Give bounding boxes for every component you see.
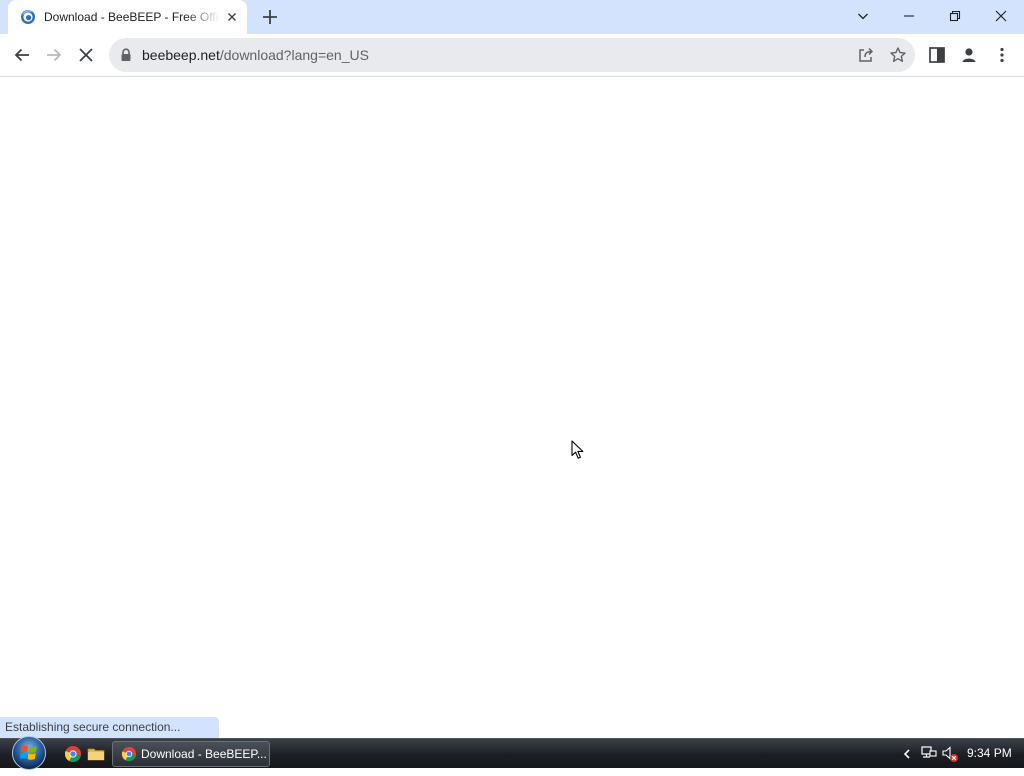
share-icon[interactable] [857, 46, 875, 64]
browser-tab-active[interactable]: Download - BeeBEEP - Free Office Messeng… [8, 0, 247, 34]
restore-icon [949, 10, 961, 22]
start-button[interactable] [9, 735, 49, 771]
restore-button[interactable] [932, 0, 978, 32]
tab-title: Download - BeeBEEP - Free Office Messeng… [44, 10, 220, 24]
back-button[interactable] [6, 39, 38, 71]
tab-close-icon[interactable] [224, 9, 240, 25]
new-tab-plus-icon[interactable] [259, 6, 281, 28]
show-hidden-icons-chevron-icon[interactable] [902, 747, 912, 765]
browser-toolbar: beebeep.net/download?lang=en_US [0, 34, 1024, 77]
profile-avatar-icon[interactable] [959, 45, 979, 65]
bookmark-star-icon[interactable] [889, 46, 907, 64]
windows-logo-icon [12, 736, 46, 770]
chrome-quicklaunch-icon[interactable] [64, 745, 82, 763]
url-text[interactable]: beebeep.net/download?lang=en_US [142, 46, 369, 64]
mouse-pointer-icon [571, 440, 585, 465]
side-panel-icon[interactable] [927, 45, 947, 65]
page-viewport[interactable] [0, 77, 1024, 738]
kebab-menu-icon[interactable] [992, 45, 1012, 65]
close-icon [995, 10, 1007, 22]
network-icon[interactable] [920, 745, 938, 766]
arrow-left-icon [14, 48, 29, 62]
taskbar: Download - BeeBEEP... 9:34 PM [0, 735, 1024, 771]
taskbar-window-button[interactable]: Download - BeeBEEP... [112, 741, 270, 767]
tab-search-button[interactable] [840, 0, 886, 32]
lock-icon[interactable] [120, 48, 132, 67]
stop-loading-button[interactable] [70, 39, 102, 71]
browser-titlebar: Download - BeeBEEP - Free Office Messeng… [0, 0, 1024, 34]
taskbar-window-label: Download - BeeBEEP... [141, 747, 267, 761]
volume-muted-icon[interactable] [941, 745, 959, 768]
address-bar[interactable]: beebeep.net/download?lang=en_US [109, 38, 915, 72]
arrow-right-icon [47, 48, 62, 62]
url-host: beebeep.net [142, 47, 220, 63]
chrome-icon [121, 746, 137, 767]
beebeep-logo-icon [20, 9, 36, 25]
minimize-icon [904, 15, 914, 17]
url-path: /download?lang=en_US [219, 47, 369, 63]
minimize-button[interactable] [886, 0, 932, 32]
close-window-button[interactable] [978, 0, 1024, 32]
chevron-down-icon [858, 13, 868, 20]
forward-button[interactable] [38, 39, 70, 71]
stop-x-icon [79, 48, 93, 62]
folder-quicklaunch-icon[interactable] [87, 745, 105, 763]
taskbar-clock[interactable]: 9:34 PM [967, 746, 1012, 761]
